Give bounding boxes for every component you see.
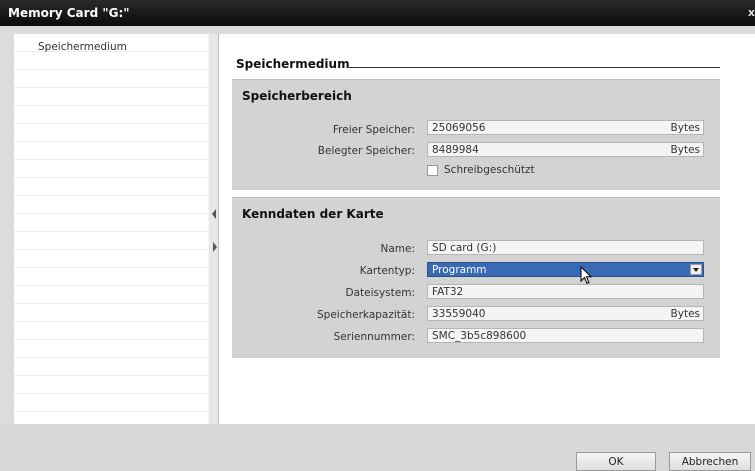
- freier-speicher-field: 25069056 Bytes: [427, 120, 704, 135]
- seriennummer-field: SMC_3b5c898600: [427, 328, 704, 343]
- belegter-speicher-label: Belegter Speicher:: [317, 145, 415, 157]
- splitter[interactable]: [208, 34, 219, 424]
- dateisystem-label: Dateisystem:: [345, 287, 415, 299]
- group-title-speicherbereich: Speicherbereich: [242, 89, 352, 103]
- speicherkapazitaet-field: 33559040 Bytes: [427, 306, 704, 321]
- nav-item-speichermedium[interactable]: Speichermedium: [38, 41, 127, 53]
- name-field: SD card (G:): [427, 240, 704, 255]
- window-titlebar: Memory Card "G:" x: [0, 0, 755, 26]
- abbrechen-button[interactable]: Abbrechen: [669, 452, 751, 471]
- name-value: SD card (G:): [432, 242, 497, 254]
- chevron-down-icon[interactable]: [690, 264, 702, 275]
- group-title-kenndaten: Kenndaten der Karte: [242, 207, 384, 221]
- belegter-speicher-unit: Bytes: [670, 144, 700, 156]
- expand-right-icon[interactable]: [213, 242, 217, 252]
- belegter-speicher-field: 8489984 Bytes: [427, 142, 704, 157]
- freier-speicher-unit: Bytes: [670, 122, 700, 134]
- mouse-pointer-icon: [580, 266, 593, 285]
- seriennummer-value: SMC_3b5c898600: [432, 330, 527, 342]
- close-icon[interactable]: x: [745, 6, 755, 19]
- dateisystem-field: FAT32: [427, 284, 704, 299]
- name-label: Name:: [380, 243, 415, 255]
- ok-button[interactable]: OK: [576, 452, 656, 471]
- seriennummer-label: Seriennummer:: [333, 331, 415, 343]
- window-title: Memory Card "G:": [8, 6, 130, 20]
- schreibgeschuetzt-checkbox[interactable]: [427, 165, 438, 176]
- belegter-speicher-value: 8489984: [432, 144, 479, 156]
- collapse-left-icon[interactable]: [212, 209, 216, 219]
- schreibgeschuetzt-label: Schreibgeschützt: [444, 164, 535, 176]
- freier-speicher-value: 25069056: [432, 122, 486, 134]
- navigation-tree: Speichermedium: [14, 34, 209, 424]
- title-divider: [349, 67, 720, 68]
- speicherkapazitaet-value: 33559040: [432, 308, 486, 320]
- kartentyp-dropdown[interactable]: Programm: [427, 262, 704, 277]
- dateisystem-value: FAT32: [432, 286, 464, 298]
- kartentyp-value: Programm: [432, 264, 487, 276]
- speicherkapazitaet-unit: Bytes: [670, 308, 700, 320]
- page-title: Speichermedium: [236, 57, 350, 71]
- freier-speicher-label: Freier Speicher:: [332, 124, 415, 136]
- speicherkapazitaet-label: Speicherkapazität:: [317, 309, 415, 321]
- kartentyp-label: Kartentyp:: [359, 265, 415, 277]
